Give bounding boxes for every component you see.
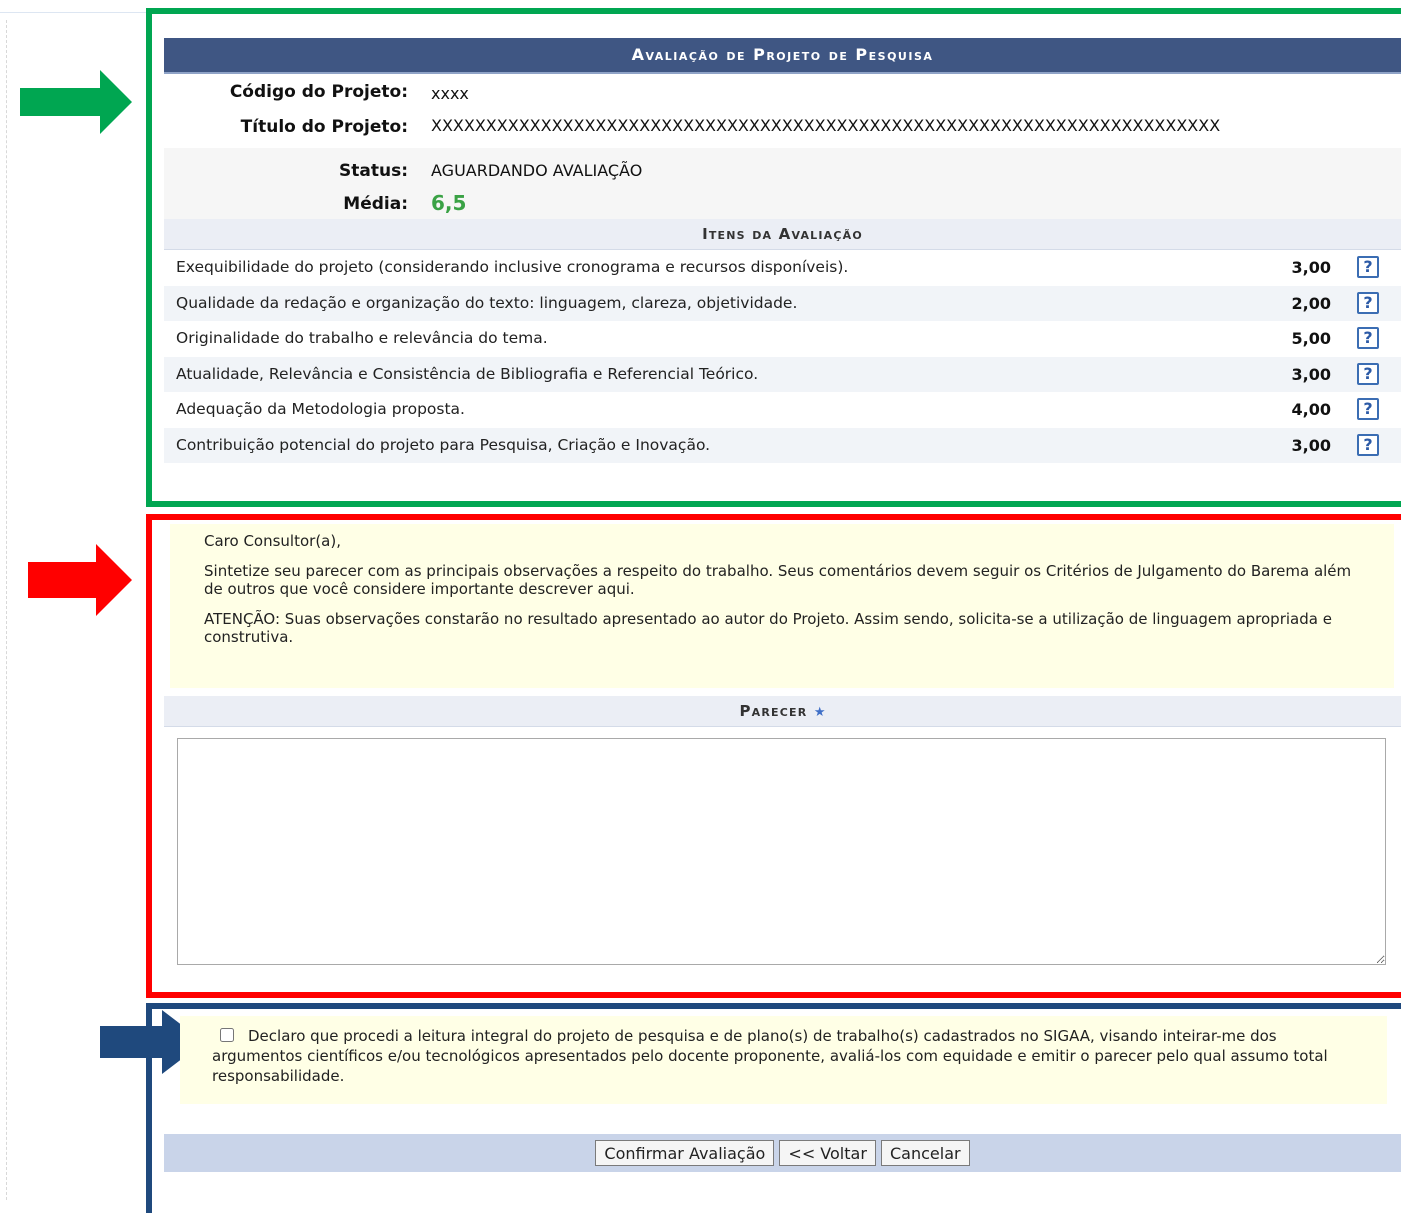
page-top-rule [0, 12, 150, 13]
evaluation-item-score: 3,00 [1291, 258, 1331, 277]
help-icon[interactable]: ? [1357, 433, 1379, 456]
evaluation-item: Adequação da Metodologia proposta. 4,00? [164, 392, 1401, 428]
evaluation-item-description: Originalidade do trabalho e relevância d… [176, 329, 548, 347]
declaration-checkbox[interactable] [220, 1028, 234, 1042]
titulo-label: Título do Projeto: [240, 117, 408, 137]
status-label: Status: [339, 161, 408, 181]
evaluation-item-description: Qualidade da redação e organização do te… [176, 293, 798, 312]
green-arrow-icon [20, 70, 132, 134]
codigo-value: xxxx [431, 84, 469, 103]
parecer-textarea-wrap [177, 738, 1386, 965]
codigo-label: Código do Projeto: [229, 82, 408, 102]
help-icon[interactable]: ? [1357, 362, 1379, 385]
titulo-value: XXXXXXXXXXXXXXXXXXXXXXXXXXXXXXXXXXXXXXXX… [431, 116, 1221, 135]
evaluation-item: Atualidade, Relevância e Consistência de… [164, 356, 1401, 392]
back-button[interactable]: << Voltar [779, 1140, 876, 1166]
help-icon[interactable]: ? [1357, 256, 1379, 278]
confirm-button[interactable]: Confirmar Avaliação [595, 1140, 775, 1166]
note-paragraph-1: Sintetize seu parecer com as principais … [204, 562, 1352, 598]
parecer-textarea[interactable] [177, 738, 1386, 965]
evaluation-item-score: 3,00 [1291, 364, 1331, 384]
red-arrow-icon [28, 544, 138, 616]
declaration-text: Declaro que procedi a leitura integral d… [212, 1027, 1328, 1085]
items-header: Itens da Avaliação [164, 219, 1401, 250]
help-icon[interactable]: ? [1357, 327, 1379, 349]
declaration-box: Declaro que procedi a leitura integral d… [180, 1016, 1387, 1104]
page-left-rule [6, 20, 7, 1200]
titulo-row: Título do Projeto: XXXXXXXXXXXXXXXXXXXXX… [164, 110, 1401, 148]
evaluation-item-description: Exequibilidade do projeto (considerando … [176, 258, 849, 276]
status-row: Status: AGUARDANDO AVALIAÇÃO [164, 148, 1401, 189]
parecer-section: Parecer ★ [164, 696, 1401, 727]
evaluation-item: Originalidade do trabalho e relevância d… [164, 321, 1401, 357]
form-title: Avaliação de Projeto de Pesquisa [164, 38, 1401, 74]
evaluation-item-description: Adequação da Metodologia proposta. [176, 400, 465, 418]
evaluation-item-description: Atualidade, Relevância e Consistência de… [176, 364, 759, 383]
evaluation-panel: Avaliação de Projeto de Pesquisa Código … [164, 38, 1401, 463]
help-icon[interactable]: ? [1357, 291, 1379, 314]
evaluation-item-score: 5,00 [1291, 329, 1331, 348]
evaluation-item-score: 4,00 [1291, 400, 1331, 419]
media-label: Média: [343, 194, 408, 214]
required-star-icon: ★ [813, 705, 826, 720]
evaluation-item: Exequibilidade do projeto (considerando … [164, 250, 1401, 286]
action-bar: Confirmar Avaliação << Voltar Cancelar [164, 1134, 1401, 1172]
codigo-row: Código do Projeto: xxxx [164, 74, 1401, 110]
evaluation-item-description: Contribuição potencial do projeto para P… [176, 435, 711, 454]
note-paragraph-2: ATENÇÃO: Suas observações constarão no r… [204, 610, 1332, 646]
evaluation-item: Qualidade da redação e organização do te… [164, 285, 1401, 321]
media-value: 6,5 [431, 191, 467, 215]
cancel-button[interactable]: Cancelar [881, 1140, 970, 1166]
parecer-header: Parecer ★ [164, 696, 1401, 727]
note-greeting: Caro Consultor(a), [204, 532, 341, 550]
evaluation-items: Exequibilidade do projeto (considerando … [164, 250, 1401, 463]
evaluation-item: Contribuição potencial do projeto para P… [164, 427, 1401, 463]
status-value: AGUARDANDO AVALIAÇÃO [431, 161, 643, 180]
consultant-note: Caro Consultor(a), Sintetize seu parecer… [170, 524, 1394, 688]
media-row: Média: 6,5 [164, 189, 1401, 219]
evaluation-item-score: 2,00 [1291, 293, 1331, 313]
help-icon[interactable]: ? [1357, 398, 1379, 420]
parecer-title: Parecer [739, 702, 808, 720]
evaluation-item-score: 3,00 [1291, 435, 1331, 455]
